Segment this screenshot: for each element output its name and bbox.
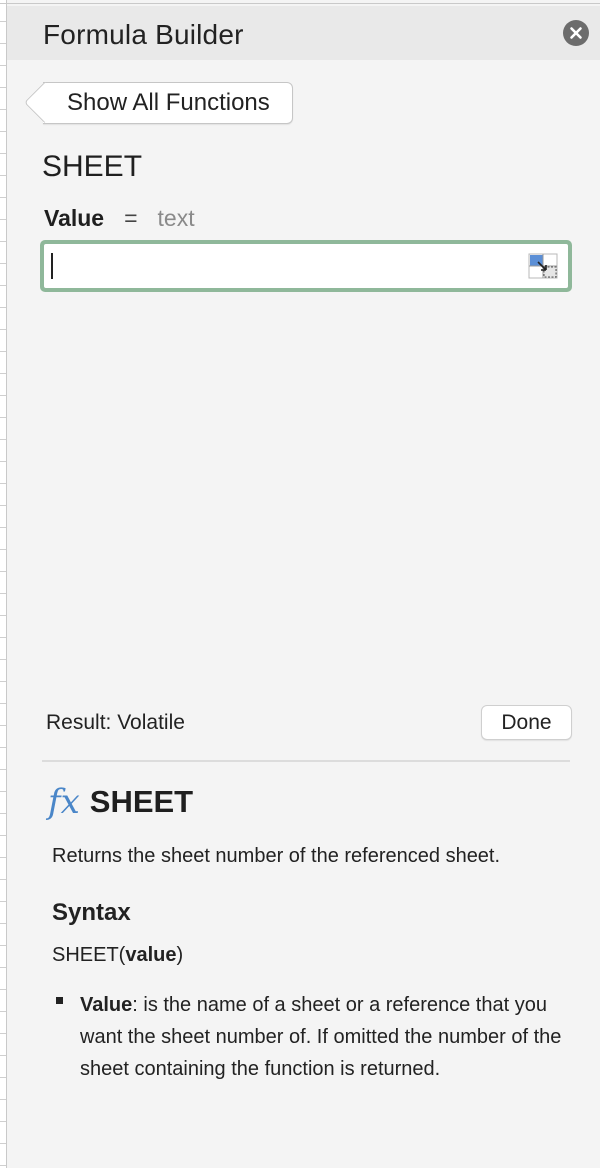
help-title: fx SHEET (48, 784, 193, 820)
argument-row: Value = text (44, 205, 195, 232)
result-label: Result: Volatile (46, 711, 185, 734)
argument-equals: = (124, 205, 138, 231)
argument-type: text (157, 205, 195, 231)
fx-icon: fx (48, 782, 80, 822)
close-icon (570, 27, 582, 39)
pane-title: Formula Builder (43, 19, 244, 50)
spreadsheet-edge (0, 0, 7, 1168)
syntax-prefix: SHEET( (52, 944, 126, 966)
show-all-functions-button[interactable]: Show All Functions (23, 81, 293, 124)
text-caret (51, 253, 53, 279)
argument-name: Value (44, 205, 105, 231)
parameter-text: : is the name of a sheet or a reference … (80, 994, 562, 1080)
cell-reference-picker-icon[interactable] (528, 253, 558, 279)
back-arrow-icon (23, 81, 66, 124)
close-button[interactable] (563, 20, 589, 46)
function-name: SHEET (42, 150, 143, 183)
help-divider (42, 760, 570, 762)
show-all-functions-label: Show All Functions (67, 89, 270, 116)
top-border (0, 3, 600, 4)
argument-input-box (44, 244, 568, 290)
syntax-text: SHEET(value) (52, 944, 183, 967)
syntax-suffix: ) (176, 944, 184, 966)
parameter-name: Value (80, 994, 133, 1016)
argument-input-container (40, 240, 572, 292)
done-button[interactable]: Done (481, 705, 572, 740)
bullet-marker (56, 997, 63, 1004)
help-description: Returns the sheet number of the referenc… (52, 845, 501, 867)
parameter-description: Value: is the name of a sheet or a refer… (80, 989, 570, 1085)
syntax-heading: Syntax (52, 899, 131, 926)
formula-builder-header: Formula Builder (7, 6, 600, 60)
help-function-name: SHEET (89, 784, 194, 819)
value-input[interactable] (44, 244, 522, 290)
syntax-argument: value (125, 944, 177, 966)
